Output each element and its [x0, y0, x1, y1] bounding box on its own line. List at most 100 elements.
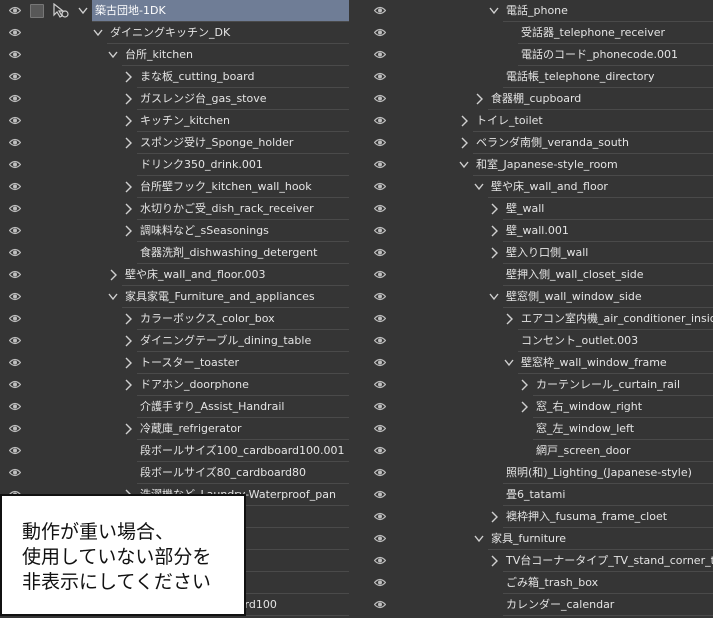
chevron-right-icon[interactable] [519, 379, 529, 391]
chevron-right-icon[interactable] [504, 313, 514, 325]
layer-row[interactable]: 壁_wall [365, 198, 713, 220]
layer-row[interactable]: 電話のコード_phonecode.001 [365, 44, 713, 66]
layer-name[interactable]: 網戸_screen_door [533, 440, 713, 461]
layer-row[interactable]: スポンジ受け_Sponge_holder [0, 132, 349, 154]
layer-row[interactable]: ドリンク350_drink.001 [0, 154, 349, 176]
layer-name[interactable]: 台所_kitchen [122, 44, 349, 65]
layer-name[interactable]: 調味料など_sSeasonings [137, 220, 349, 241]
visibility-eye-icon[interactable] [374, 116, 386, 125]
layer-row[interactable]: エアコン室内機_air_conditioner_inside [365, 308, 713, 330]
layer-row[interactable]: 電話帳_telephone_directory [365, 66, 713, 88]
layer-row[interactable]: 冷蔵庫_refrigerator [0, 418, 349, 440]
chevron-right-icon[interactable] [459, 115, 469, 127]
layer-row[interactable]: 壁押入側_wall_closet_side [365, 264, 713, 286]
chevron-right-icon[interactable] [123, 225, 133, 237]
layer-name[interactable]: 電話帳_telephone_directory [503, 66, 713, 87]
chevron-right-icon[interactable] [123, 115, 133, 127]
visibility-eye-icon[interactable] [374, 28, 386, 37]
chevron-right-icon[interactable] [474, 93, 484, 105]
layer-name[interactable]: 電話のコード_phonecode.001 [518, 44, 713, 65]
layer-row[interactable]: ドアホン_doorphone [0, 374, 349, 396]
visibility-eye-icon[interactable] [374, 556, 386, 565]
visibility-eye-icon[interactable] [374, 160, 386, 169]
layer-name[interactable]: 壁_wall.001 [503, 220, 713, 241]
layer-row[interactable]: 食器洗剤_dishwashing_detergent [0, 242, 349, 264]
layer-row[interactable]: 段ボールサイズ100_cardboard100.001 [0, 440, 349, 462]
layer-row[interactable]: カーテンレール_curtain_rail [365, 374, 713, 396]
layer-row[interactable]: 窓_右_window_right [365, 396, 713, 418]
visibility-eye-icon[interactable] [9, 314, 21, 323]
visibility-eye-icon[interactable] [9, 204, 21, 213]
visibility-eye-icon[interactable] [374, 94, 386, 103]
layer-name[interactable]: ダイニングキッチン_DK [107, 22, 349, 43]
chevron-down-icon[interactable] [489, 5, 499, 17]
visibility-eye-icon[interactable] [9, 380, 21, 389]
visibility-eye-icon[interactable] [9, 424, 21, 433]
chevron-right-icon[interactable] [459, 137, 469, 149]
layer-row[interactable]: 水切りかご受_dish_rack_receiver [0, 198, 349, 220]
layer-row[interactable]: 家具_furniture [365, 528, 713, 550]
layer-name[interactable]: 受話器_telephone_receiver [518, 22, 713, 43]
layer-name[interactable]: コンセント_outlet.003 [518, 330, 713, 351]
layer-name[interactable]: ダイニングテーブル_dining_table [137, 330, 349, 351]
layer-name[interactable]: 壁や床_wall_and_floor [488, 176, 713, 197]
visibility-eye-icon[interactable] [374, 468, 386, 477]
layer-row[interactable]: カラーボックス_color_box [0, 308, 349, 330]
layer-row[interactable]: 襖枠押入_fusuma_frame_cloet [365, 506, 713, 528]
visibility-eye-icon[interactable] [9, 468, 21, 477]
layer-name[interactable]: 壁や床_wall_and_floor.003 [122, 264, 349, 285]
visibility-eye-icon[interactable] [374, 6, 386, 15]
chevron-right-icon[interactable] [123, 71, 133, 83]
layer-name[interactable]: 壁窓側_wall_window_side [503, 286, 713, 307]
chevron-right-icon[interactable] [123, 335, 133, 347]
layer-name[interactable]: 食器棚_cupboard [488, 88, 713, 109]
chevron-down-icon[interactable] [108, 291, 118, 303]
visibility-eye-icon[interactable] [9, 226, 21, 235]
layer-name[interactable]: ドアホン_doorphone [137, 374, 349, 395]
visibility-eye-icon[interactable] [374, 424, 386, 433]
visibility-eye-icon[interactable] [374, 226, 386, 235]
layer-row[interactable]: 壁窓側_wall_window_side [365, 286, 713, 308]
visibility-eye-icon[interactable] [374, 446, 386, 455]
visibility-eye-icon[interactable] [9, 116, 21, 125]
chevron-down-icon[interactable] [504, 357, 514, 369]
layer-row[interactable]: トイレ_toilet [365, 110, 713, 132]
chevron-right-icon[interactable] [489, 203, 499, 215]
layer-row[interactable]: 和室_Japanese-style_room [365, 154, 713, 176]
visibility-eye-icon[interactable] [374, 358, 386, 367]
layer-name[interactable]: ベランダ南側_veranda_south [473, 132, 713, 153]
layer-row[interactable]: ダイニングキッチン_DK [0, 22, 349, 44]
visibility-eye-icon[interactable] [374, 138, 386, 147]
layer-name[interactable]: カレンダー_calendar [503, 594, 713, 615]
visibility-eye-icon[interactable] [374, 204, 386, 213]
layer-row[interactable]: カレンダー_calendar [365, 594, 713, 616]
layer-name[interactable]: カーテンレール_curtain_rail [533, 374, 713, 395]
visibility-eye-icon[interactable] [9, 336, 21, 345]
layer-name[interactable]: 窓_右_window_right [533, 396, 713, 417]
layer-name[interactable]: 窓_左_window_left [533, 418, 713, 439]
chevron-right-icon[interactable] [108, 269, 118, 281]
layer-name[interactable]: 家具_furniture [488, 528, 713, 549]
layer-row[interactable]: 網戸_screen_door [365, 440, 713, 462]
visibility-eye-icon[interactable] [9, 28, 21, 37]
layer-name[interactable]: トースター_toaster [137, 352, 349, 373]
chevron-right-icon[interactable] [123, 137, 133, 149]
lock-checkbox[interactable] [30, 4, 44, 18]
layer-row[interactable]: 壁や床_wall_and_floor [365, 176, 713, 198]
layer-row[interactable]: TV台コーナータイプ_TV_stand_corner_type [365, 550, 713, 572]
chevron-right-icon[interactable] [489, 225, 499, 237]
visibility-eye-icon[interactable] [374, 270, 386, 279]
layer-name[interactable]: 段ボールサイズ80_cardboard80 [137, 462, 349, 483]
visibility-eye-icon[interactable] [9, 292, 21, 301]
layer-row[interactable]: ベランダ南側_veranda_south [365, 132, 713, 154]
visibility-eye-icon[interactable] [9, 138, 21, 147]
layer-row[interactable]: 壁_wall.001 [365, 220, 713, 242]
layer-row[interactable]: 壁や床_wall_and_floor.003 [0, 264, 349, 286]
layer-row[interactable]: 電話_phone [365, 0, 713, 22]
layer-name[interactable]: 台所壁フック_kitchen_wall_hook [137, 176, 349, 197]
visibility-eye-icon[interactable] [9, 182, 21, 191]
layer-row[interactable]: 食器棚_cupboard [365, 88, 713, 110]
layer-name[interactable]: 段ボールサイズ100_cardboard100.001 [137, 440, 349, 461]
layer-row[interactable]: ダイニングテーブル_dining_table [0, 330, 349, 352]
visibility-eye-icon[interactable] [9, 6, 21, 15]
